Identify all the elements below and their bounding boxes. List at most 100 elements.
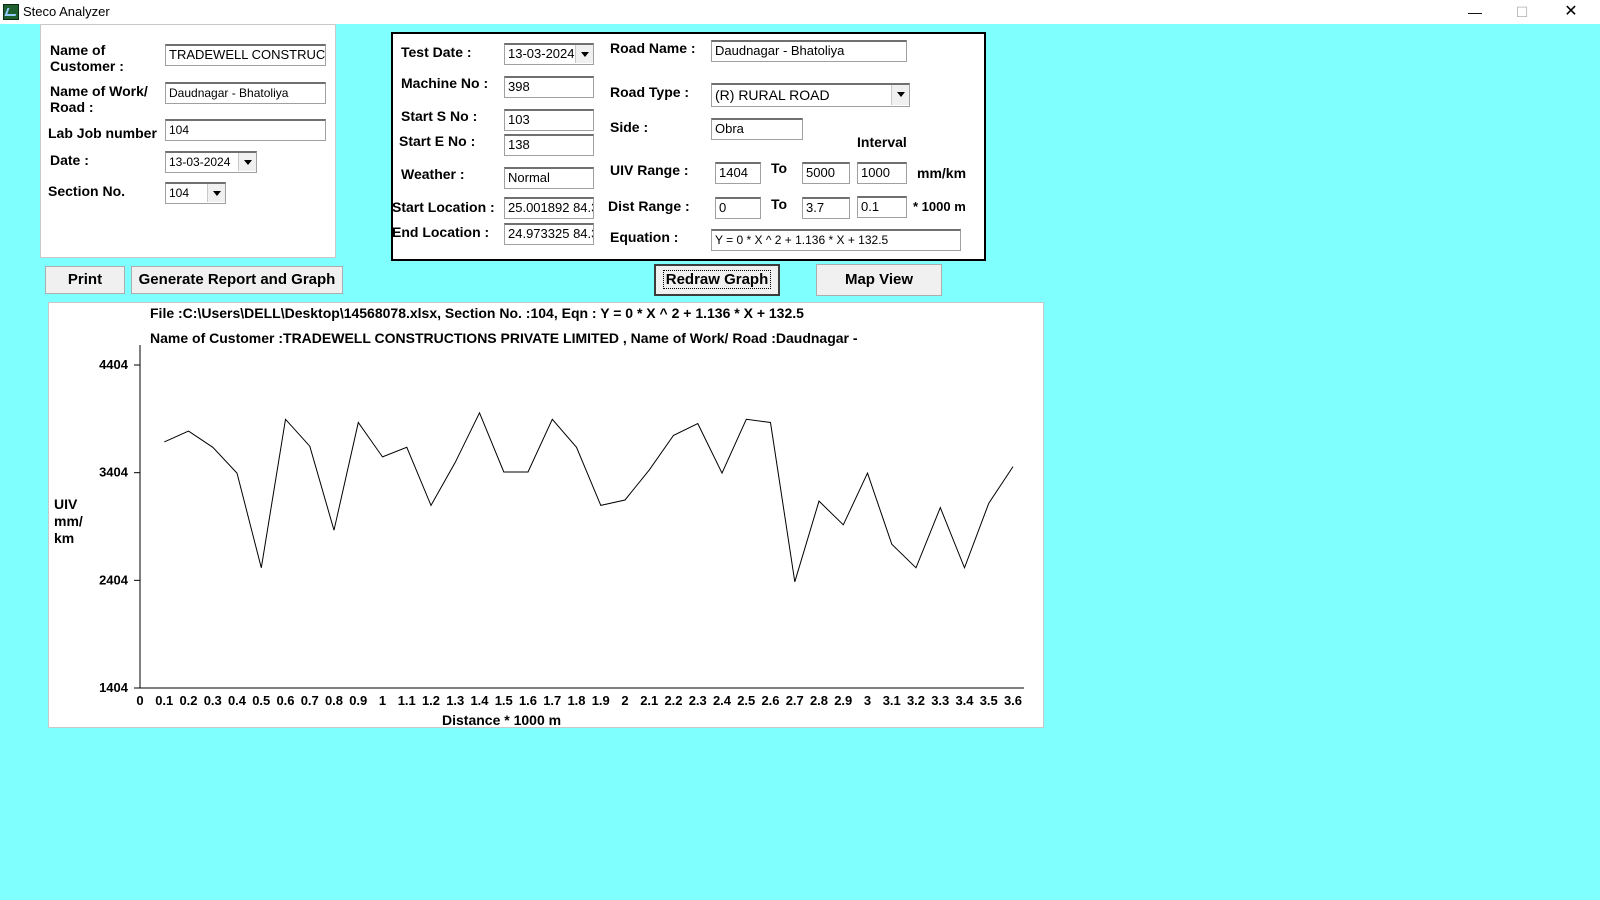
redraw-graph-label: Redraw Graph xyxy=(662,270,772,289)
close-button[interactable]: ✕ xyxy=(1548,0,1594,24)
end-location-input[interactable]: 24.973325 84.3 xyxy=(504,223,594,245)
x-tick-label: 1.6 xyxy=(519,693,537,708)
x-tick-label: 0.4 xyxy=(228,693,247,708)
redraw-graph-button[interactable]: Redraw Graph xyxy=(654,264,780,296)
y-tick-label: 3404 xyxy=(99,465,129,480)
chart-plot xyxy=(164,411,1014,582)
x-tick-label: 1.1 xyxy=(398,693,416,708)
dist-unit-label: * 1000 m xyxy=(913,199,966,214)
equation-label: Equation : xyxy=(610,229,679,245)
x-tick-label: 0.6 xyxy=(276,693,294,708)
y-axis-label-line3: km xyxy=(54,530,74,546)
y-tick-label: 2404 xyxy=(99,572,129,587)
uiv-series-line xyxy=(164,411,1014,582)
x-tick-label: 0.3 xyxy=(204,693,222,708)
y-axis-label-line1: UIV xyxy=(54,496,78,512)
x-tick-label: 1.2 xyxy=(422,693,440,708)
y-tick-label: 1404 xyxy=(99,680,129,695)
x-tick-label: 2.6 xyxy=(761,693,779,708)
x-tick-label: 0 xyxy=(136,693,143,708)
machine-input[interactable]: 398 xyxy=(504,76,594,98)
weather-label: Weather : xyxy=(401,166,465,182)
test-date-value: 13-03-2024 xyxy=(508,46,575,61)
window-title: Steco Analyzer xyxy=(23,4,110,19)
graph-header-line1: File :C:\Users\DELL\Desktop\14568078.xls… xyxy=(150,305,804,321)
x-tick-label: 1.9 xyxy=(592,693,610,708)
graph-header-line2: Name of Customer :TRADEWELL CONSTRUCTION… xyxy=(150,330,858,346)
x-tick-label: 3.5 xyxy=(980,693,998,708)
dist-range-label: Dist Range : xyxy=(608,198,690,214)
y-tick-label: 4404 xyxy=(99,357,129,372)
x-tick-label: 1 xyxy=(379,693,386,708)
chevron-down-icon[interactable] xyxy=(238,153,256,171)
minimize-button[interactable]: — xyxy=(1452,0,1498,24)
start-s-label: Start S No : xyxy=(401,108,478,124)
uiv-range-label: UIV Range : xyxy=(610,162,689,178)
start-location-input[interactable]: 25.001892 84.3 xyxy=(504,197,594,219)
x-tick-label: 3.3 xyxy=(931,693,949,708)
x-tick-label: 2 xyxy=(621,693,628,708)
weather-input[interactable]: Normal xyxy=(504,167,594,189)
x-tick-label: 3 xyxy=(864,693,871,708)
app-icon xyxy=(3,4,19,20)
x-tick-label: 0.8 xyxy=(325,693,343,708)
start-s-input[interactable]: 103 xyxy=(504,109,594,131)
x-tick-label: 3.6 xyxy=(1004,693,1022,708)
test-details-panel: Test Date : 13-03-2024 Machine No : 398 … xyxy=(391,32,986,261)
x-tick-label: 3.2 xyxy=(907,693,925,708)
start-e-input[interactable]: 138 xyxy=(504,134,594,156)
map-view-button[interactable]: Map View xyxy=(816,264,942,296)
x-tick-label: 2.8 xyxy=(810,693,828,708)
section-value: 104 xyxy=(169,186,190,200)
x-tick-label: 2.7 xyxy=(786,693,804,708)
x-tick-label: 0.9 xyxy=(349,693,367,708)
chevron-down-icon[interactable] xyxy=(207,184,225,202)
test-date-picker[interactable]: 13-03-2024 xyxy=(504,43,594,65)
dist-to-input[interactable]: 3.7 xyxy=(802,197,850,219)
road-type-value: (R) RURAL ROAD xyxy=(715,87,830,103)
start-location-label: Start Location : xyxy=(392,199,495,215)
dist-from-input[interactable]: 0 xyxy=(715,197,761,219)
uiv-from-input[interactable]: 1404 xyxy=(715,162,761,184)
road-type-select[interactable]: (R) RURAL ROAD xyxy=(711,83,910,107)
x-tick-label: 0.7 xyxy=(301,693,319,708)
x-tick-label: 3.4 xyxy=(955,693,974,708)
road-name-label: Road Name : xyxy=(610,40,696,56)
road-name-input[interactable]: Daudnagar - Bhatoliya xyxy=(711,40,907,62)
uiv-interval-input[interactable]: 1000 xyxy=(857,162,907,184)
chevron-down-icon[interactable] xyxy=(575,45,593,63)
x-tick-label: 1.5 xyxy=(495,693,513,708)
dist-interval-input[interactable]: 0.1 xyxy=(857,196,907,218)
customer-input[interactable]: TRADEWELL CONSTRUCTIO xyxy=(165,44,326,66)
x-tick-label: 2.2 xyxy=(664,693,682,708)
x-tick-label: 2.4 xyxy=(713,693,732,708)
date-picker[interactable]: 13-03-2024 xyxy=(165,151,257,173)
section-select[interactable]: 104 xyxy=(165,182,226,204)
maximize-button[interactable]: ☐ xyxy=(1499,0,1545,24)
road-type-label: Road Type : xyxy=(610,84,690,100)
uiv-graph: File :C:\Users\DELL\Desktop\14568078.xls… xyxy=(48,302,1044,728)
date-value: 13-03-2024 xyxy=(169,155,231,169)
uiv-unit-label: mm/km xyxy=(917,165,967,181)
uiv-to-label: To xyxy=(771,160,788,176)
lab-job-input[interactable]: 104 xyxy=(165,119,326,141)
y-axis-label-line2: mm/ xyxy=(54,513,83,529)
x-tick-label: 2.9 xyxy=(834,693,852,708)
side-input[interactable]: Obra xyxy=(711,118,803,140)
x-tick-label: 1.4 xyxy=(470,693,489,708)
test-date-label: Test Date : xyxy=(401,44,472,60)
machine-label: Machine No : xyxy=(401,75,489,91)
equation-input[interactable]: Y = 0 * X ^ 2 + 1.136 * X + 132.5 xyxy=(711,229,961,251)
interval-label: Interval xyxy=(857,134,907,150)
x-tick-label: 3.1 xyxy=(883,693,901,708)
work-input[interactable]: Daudnagar - Bhatoliya xyxy=(165,82,326,104)
uiv-to-input[interactable]: 5000 xyxy=(802,162,850,184)
x-axis-label: Distance * 1000 m xyxy=(442,712,561,728)
end-location-label: End Location : xyxy=(392,224,490,240)
print-button[interactable]: Print xyxy=(45,266,125,294)
chart-svg: File :C:\Users\DELL\Desktop\14568078.xls… xyxy=(54,305,1024,728)
x-tick-label: 2.1 xyxy=(640,693,658,708)
generate-report-button[interactable]: Generate Report and Graph xyxy=(131,266,343,294)
side-label: Side : xyxy=(610,119,649,135)
chevron-down-icon[interactable] xyxy=(891,85,909,105)
